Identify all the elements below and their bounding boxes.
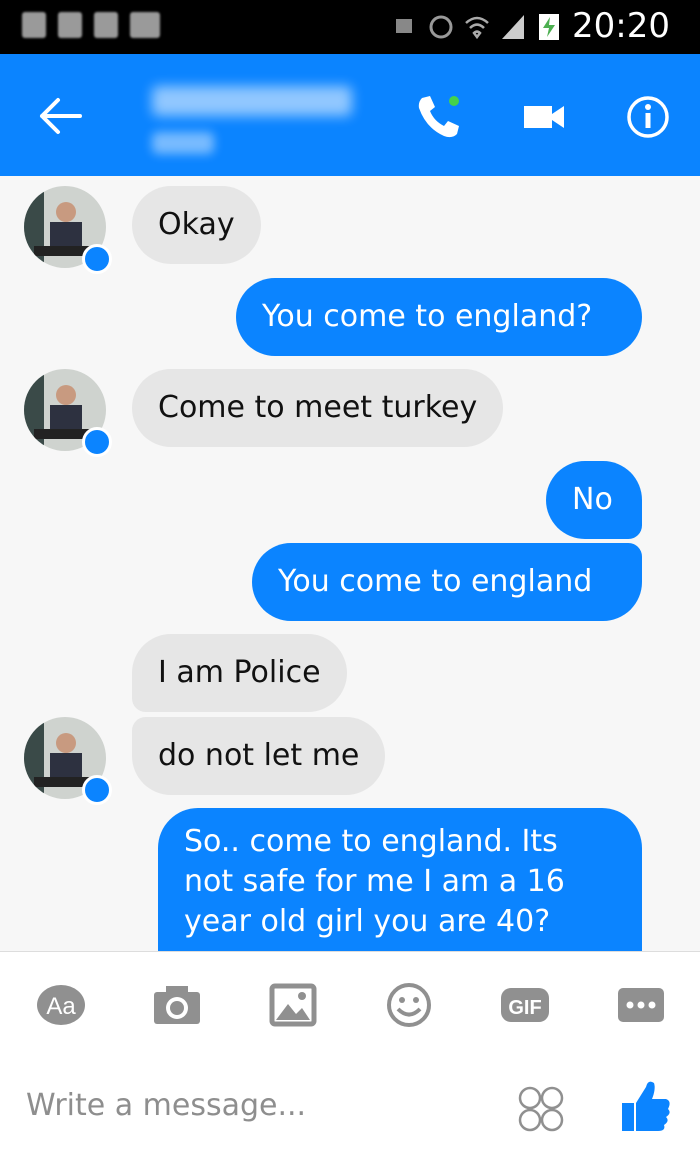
thumbs-up-icon[interactable]: [620, 1077, 672, 1135]
back-arrow-icon[interactable]: [36, 94, 84, 138]
outgoing-message[interactable]: No: [546, 461, 642, 539]
image-notification-icon: [130, 12, 160, 38]
video-call-icon[interactable]: [520, 92, 572, 142]
mute-icon: [396, 19, 413, 33]
incoming-message[interactable]: Come to meet turkey: [132, 369, 504, 447]
sticker-icon[interactable]: [516, 1084, 566, 1134]
info-icon[interactable]: [622, 92, 674, 142]
messenger-badge-icon: [82, 244, 112, 274]
text-format-icon[interactable]: Aa: [36, 982, 86, 1028]
incoming-message[interactable]: Okay: [132, 186, 261, 264]
outgoing-message[interactable]: You come to england?: [236, 278, 642, 356]
usb-notification-icon: [58, 12, 82, 38]
outgoing-message[interactable]: So.. come to england. Its not safe for m…: [158, 808, 642, 951]
alarm-icon: [429, 15, 453, 39]
conversation-header: [0, 54, 700, 176]
messenger-badge-icon: [82, 427, 112, 457]
signal-icon: [502, 15, 525, 39]
gif-label: GIF: [508, 997, 541, 1019]
status-bar: 20:20: [0, 0, 700, 54]
composer: Aa GIF Write a message...: [0, 951, 700, 1160]
message-list[interactable]: Okay You come to england? Come to meet t…: [0, 176, 700, 951]
incoming-message[interactable]: do not let me: [132, 717, 386, 795]
gallery-icon[interactable]: [268, 982, 318, 1028]
notification-icons: [22, 12, 160, 38]
contact-status-blurred: [152, 132, 214, 154]
text-format-label: Aa: [46, 993, 76, 1020]
battery-charging-icon: [539, 14, 560, 40]
emoji-icon[interactable]: [384, 982, 434, 1028]
messenger-badge-icon: [82, 775, 112, 805]
camera-icon[interactable]: [152, 982, 202, 1028]
system-icons: 20:20: [392, 6, 670, 46]
contact-name-blurred[interactable]: [152, 86, 352, 116]
app-notification-icon: [94, 12, 118, 38]
wifi-icon: [465, 16, 489, 40]
outgoing-message[interactable]: You come to england: [252, 543, 642, 621]
more-options-icon[interactable]: [616, 982, 666, 1028]
incoming-message[interactable]: I am Police: [132, 634, 347, 712]
facebook-notification-icon: [22, 12, 46, 38]
clock: 20:20: [572, 6, 670, 46]
gif-icon[interactable]: GIF: [500, 982, 550, 1028]
voice-call-icon[interactable]: [414, 92, 466, 142]
message-input[interactable]: Write a message...: [26, 1088, 306, 1123]
